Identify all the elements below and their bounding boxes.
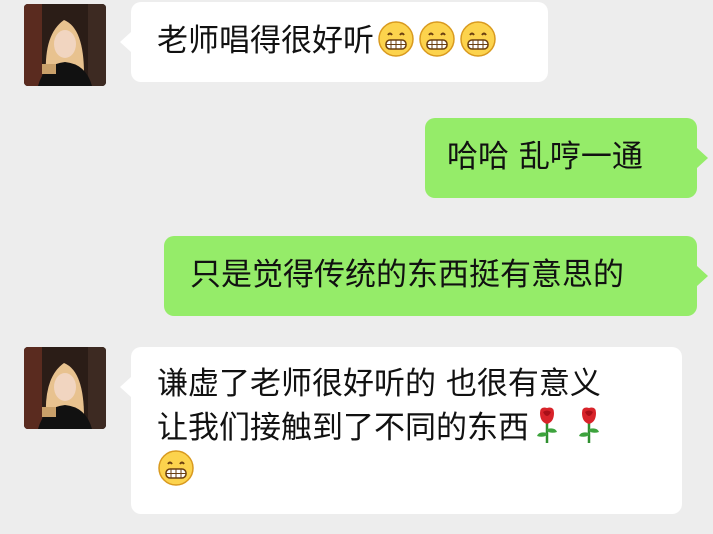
sent-message-bubble[interactable]: 只是觉得传统的东西挺有意思的 (164, 236, 708, 316)
message-text: 哈哈 乱哼一通 (447, 139, 643, 175)
rose-emoji-icon (574, 405, 604, 445)
sent-message-bubble[interactable]: 哈哈 乱哼一通 (425, 118, 708, 198)
received-message-bubble[interactable]: 谦虚了老师很好听的 也很有意义 让我们接触到了不同的东西 (120, 347, 682, 514)
message-text-line: 让我们接触到了不同的东西 (157, 405, 682, 449)
chat-message-list[interactable]: 老师唱得很好听 哈哈 乱哼一通 只是觉得传统的东西挺有意思的 谦虚了老师很好听的… (0, 0, 713, 534)
grinning-face-emoji-icon (157, 449, 195, 487)
grinning-face-emoji-icon (418, 20, 456, 58)
contact-avatar[interactable] (24, 4, 106, 86)
received-message-bubble[interactable]: 老师唱得很好听 (120, 2, 548, 82)
message-text: 让我们接触到了不同的东西 (157, 410, 529, 446)
message-text: 只是觉得传统的东西挺有意思的 (190, 257, 624, 293)
message-text-line (157, 449, 682, 491)
rose-emoji-icon (532, 405, 562, 445)
grinning-face-emoji-icon (377, 20, 415, 58)
grinning-face-emoji-icon (459, 20, 497, 58)
message-text: 老师唱得很好听 (157, 23, 374, 59)
message-text-line: 谦虚了老师很好听的 也很有意义 (157, 366, 601, 402)
contact-avatar[interactable] (24, 347, 106, 429)
